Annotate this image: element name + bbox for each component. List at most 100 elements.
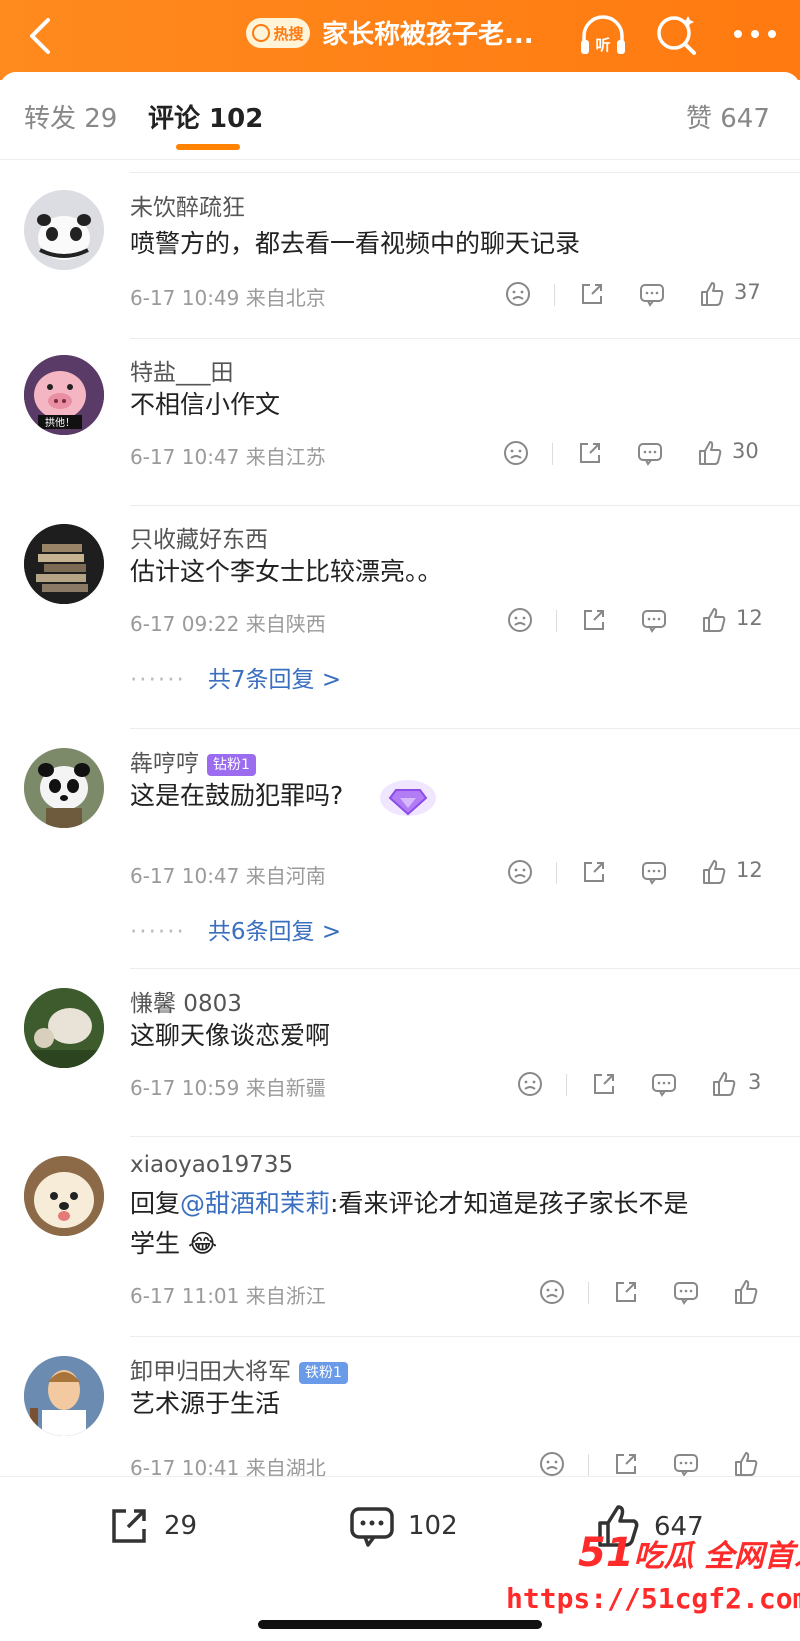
listen-headphones-icon[interactable]: 听 <box>578 12 628 58</box>
hot-search-label: 热搜 <box>273 24 304 43</box>
separator <box>554 284 555 306</box>
user-mention-link[interactable]: @甜酒和茉莉 <box>180 1189 330 1218</box>
dislike-face-icon[interactable] <box>504 280 532 308</box>
share-icon[interactable] <box>578 280 606 308</box>
view-replies-link[interactable]: ······ 共6条回复 > <box>130 912 341 946</box>
avatar[interactable] <box>24 988 104 1068</box>
avatar[interactable]: 拱他！ <box>24 355 104 435</box>
share-icon[interactable] <box>612 1278 640 1306</box>
like-count: 3 <box>748 1070 762 1094</box>
like-count: 12 <box>736 606 763 630</box>
diamond-fan-badge[interactable]: 钻粉1 <box>207 753 256 776</box>
avatar[interactable] <box>24 190 104 270</box>
view-replies-link[interactable]: ······ 共7条回复 > <box>130 660 341 694</box>
tab-repost[interactable]: 转发 29 <box>24 98 117 135</box>
share-icon[interactable] <box>580 606 608 634</box>
panda-photo-avatar-image <box>24 748 104 828</box>
like-count: 30 <box>732 439 759 463</box>
dislike-face-icon[interactable] <box>538 1278 566 1306</box>
comment-text: 喷警方的，都去看一看视频中的聊天记录 <box>130 229 581 258</box>
comment-bubble-icon[interactable] <box>640 858 668 886</box>
comment-actions: 30 <box>496 439 786 469</box>
bottom-repost-button[interactable]: 29 <box>106 1503 197 1549</box>
comment-bubble-icon[interactable] <box>636 439 664 467</box>
comment-username[interactable]: 只收藏好东西 <box>130 520 268 554</box>
replies-count: 共6条回复 > <box>207 919 342 945</box>
comment-bubble-icon[interactable] <box>650 1070 678 1098</box>
avatar[interactable] <box>24 524 104 604</box>
comment-bubble-icon[interactable] <box>638 280 666 308</box>
comment-username[interactable]: 卸甲归田大将军 <box>130 1359 291 1385</box>
share-icon[interactable] <box>580 858 608 886</box>
comment-actions: 12 <box>500 606 790 636</box>
tab-comments[interactable]: 评论 102 <box>148 98 263 135</box>
comment-meta: 6-17 11:01 来自浙江 <box>130 1284 326 1308</box>
comment-bubble-icon[interactable] <box>640 606 668 634</box>
watermark-brand: 51吃瓜 全网首发 <box>578 1530 800 1576</box>
comment-meta: 6-17 10:59 来自新疆 <box>130 1076 326 1100</box>
dislike-face-icon[interactable] <box>502 439 530 467</box>
comment-meta: 6-17 10:47 来自河南 <box>130 864 326 888</box>
share-icon[interactable] <box>612 1450 640 1478</box>
comment-actions: 3 <box>510 1070 800 1100</box>
comment-username[interactable]: 特盐___田 <box>130 353 234 387</box>
dislike-face-icon[interactable] <box>538 1450 566 1478</box>
comment-text: 不相信小作文 <box>130 390 281 419</box>
tab-likes[interactable]: 赞 647 <box>686 98 770 135</box>
comment-text-line2: 学生 😂 <box>130 1229 218 1258</box>
dislike-face-icon[interactable] <box>506 606 534 634</box>
comment-username[interactable]: 慊馨 0803 <box>130 984 242 1018</box>
comment-text: 这是在鼓励犯罪吗? <box>130 781 344 810</box>
comment-username[interactable]: xiaoyao19735 <box>130 1152 293 1178</box>
like-thumb-icon[interactable] <box>698 280 726 308</box>
like-thumb-icon[interactable] <box>696 439 724 467</box>
more-options-icon[interactable] <box>730 24 780 44</box>
like-thumb-icon[interactable] <box>732 1450 760 1478</box>
avatar-caption: 拱他！ <box>45 416 75 429</box>
like-count: 12 <box>736 858 763 882</box>
home-indicator[interactable] <box>258 1620 542 1629</box>
comment-username[interactable]: 犇哼哼 <box>130 751 199 777</box>
search-icon[interactable] <box>654 12 700 58</box>
divider <box>130 728 800 729</box>
share-icon[interactable] <box>590 1070 618 1098</box>
comment-text: 回复@甜酒和茉莉:看来评论才知道是孩子家长不是 <box>130 1184 688 1224</box>
top-bar: 热搜 家长称被孩子老... 听 <box>0 0 800 80</box>
back-arrow-icon[interactable] <box>22 14 62 58</box>
reply-dots: ······ <box>130 667 186 693</box>
avatar[interactable] <box>24 1156 104 1236</box>
comment-bubble-icon[interactable] <box>672 1278 700 1306</box>
comment-meta: 6-17 10:47 来自江苏 <box>130 445 326 469</box>
comment-username[interactable]: 未饮醉疏狂 <box>130 188 245 222</box>
search-q-icon <box>252 24 271 42</box>
like-thumb-icon[interactable] <box>732 1278 760 1306</box>
watermark-slogan: 吃瓜 全网首发 <box>633 1539 800 1574</box>
comment-bubble-icon[interactable] <box>672 1450 700 1478</box>
hot-search-pill[interactable]: 热搜 <box>246 18 310 48</box>
dislike-face-icon[interactable] <box>516 1070 544 1098</box>
bottom-comment-button[interactable]: 102 <box>348 1503 458 1549</box>
comment-icon <box>350 1507 394 1547</box>
avatar[interactable] <box>24 1356 104 1436</box>
like-thumb-icon[interactable] <box>700 606 728 634</box>
comment-actions: 37 <box>498 280 788 310</box>
comment-meta: 6-17 10:49 来自北京 <box>130 286 326 310</box>
repost-icon <box>112 1509 146 1543</box>
divider <box>130 505 800 506</box>
avatar[interactable] <box>24 748 104 828</box>
replies-count: 共7条回复 > <box>207 667 342 693</box>
watermark-url: https://51cgf2.com <box>506 1582 800 1615</box>
separator <box>566 1074 567 1096</box>
share-icon[interactable] <box>576 439 604 467</box>
dislike-face-icon[interactable] <box>506 858 534 886</box>
divider <box>130 1336 800 1337</box>
comment-count: 102 <box>408 1511 458 1541</box>
panda-avatar-image <box>24 190 104 270</box>
books-avatar-image <box>24 524 104 604</box>
divider <box>130 172 800 173</box>
page-title[interactable]: 家长称被孩子老... <box>322 14 534 51</box>
active-tab-indicator <box>176 144 240 150</box>
iron-fan-badge[interactable]: 铁粉1 <box>299 1361 348 1384</box>
like-thumb-icon[interactable] <box>710 1070 738 1098</box>
like-thumb-icon[interactable] <box>700 858 728 886</box>
